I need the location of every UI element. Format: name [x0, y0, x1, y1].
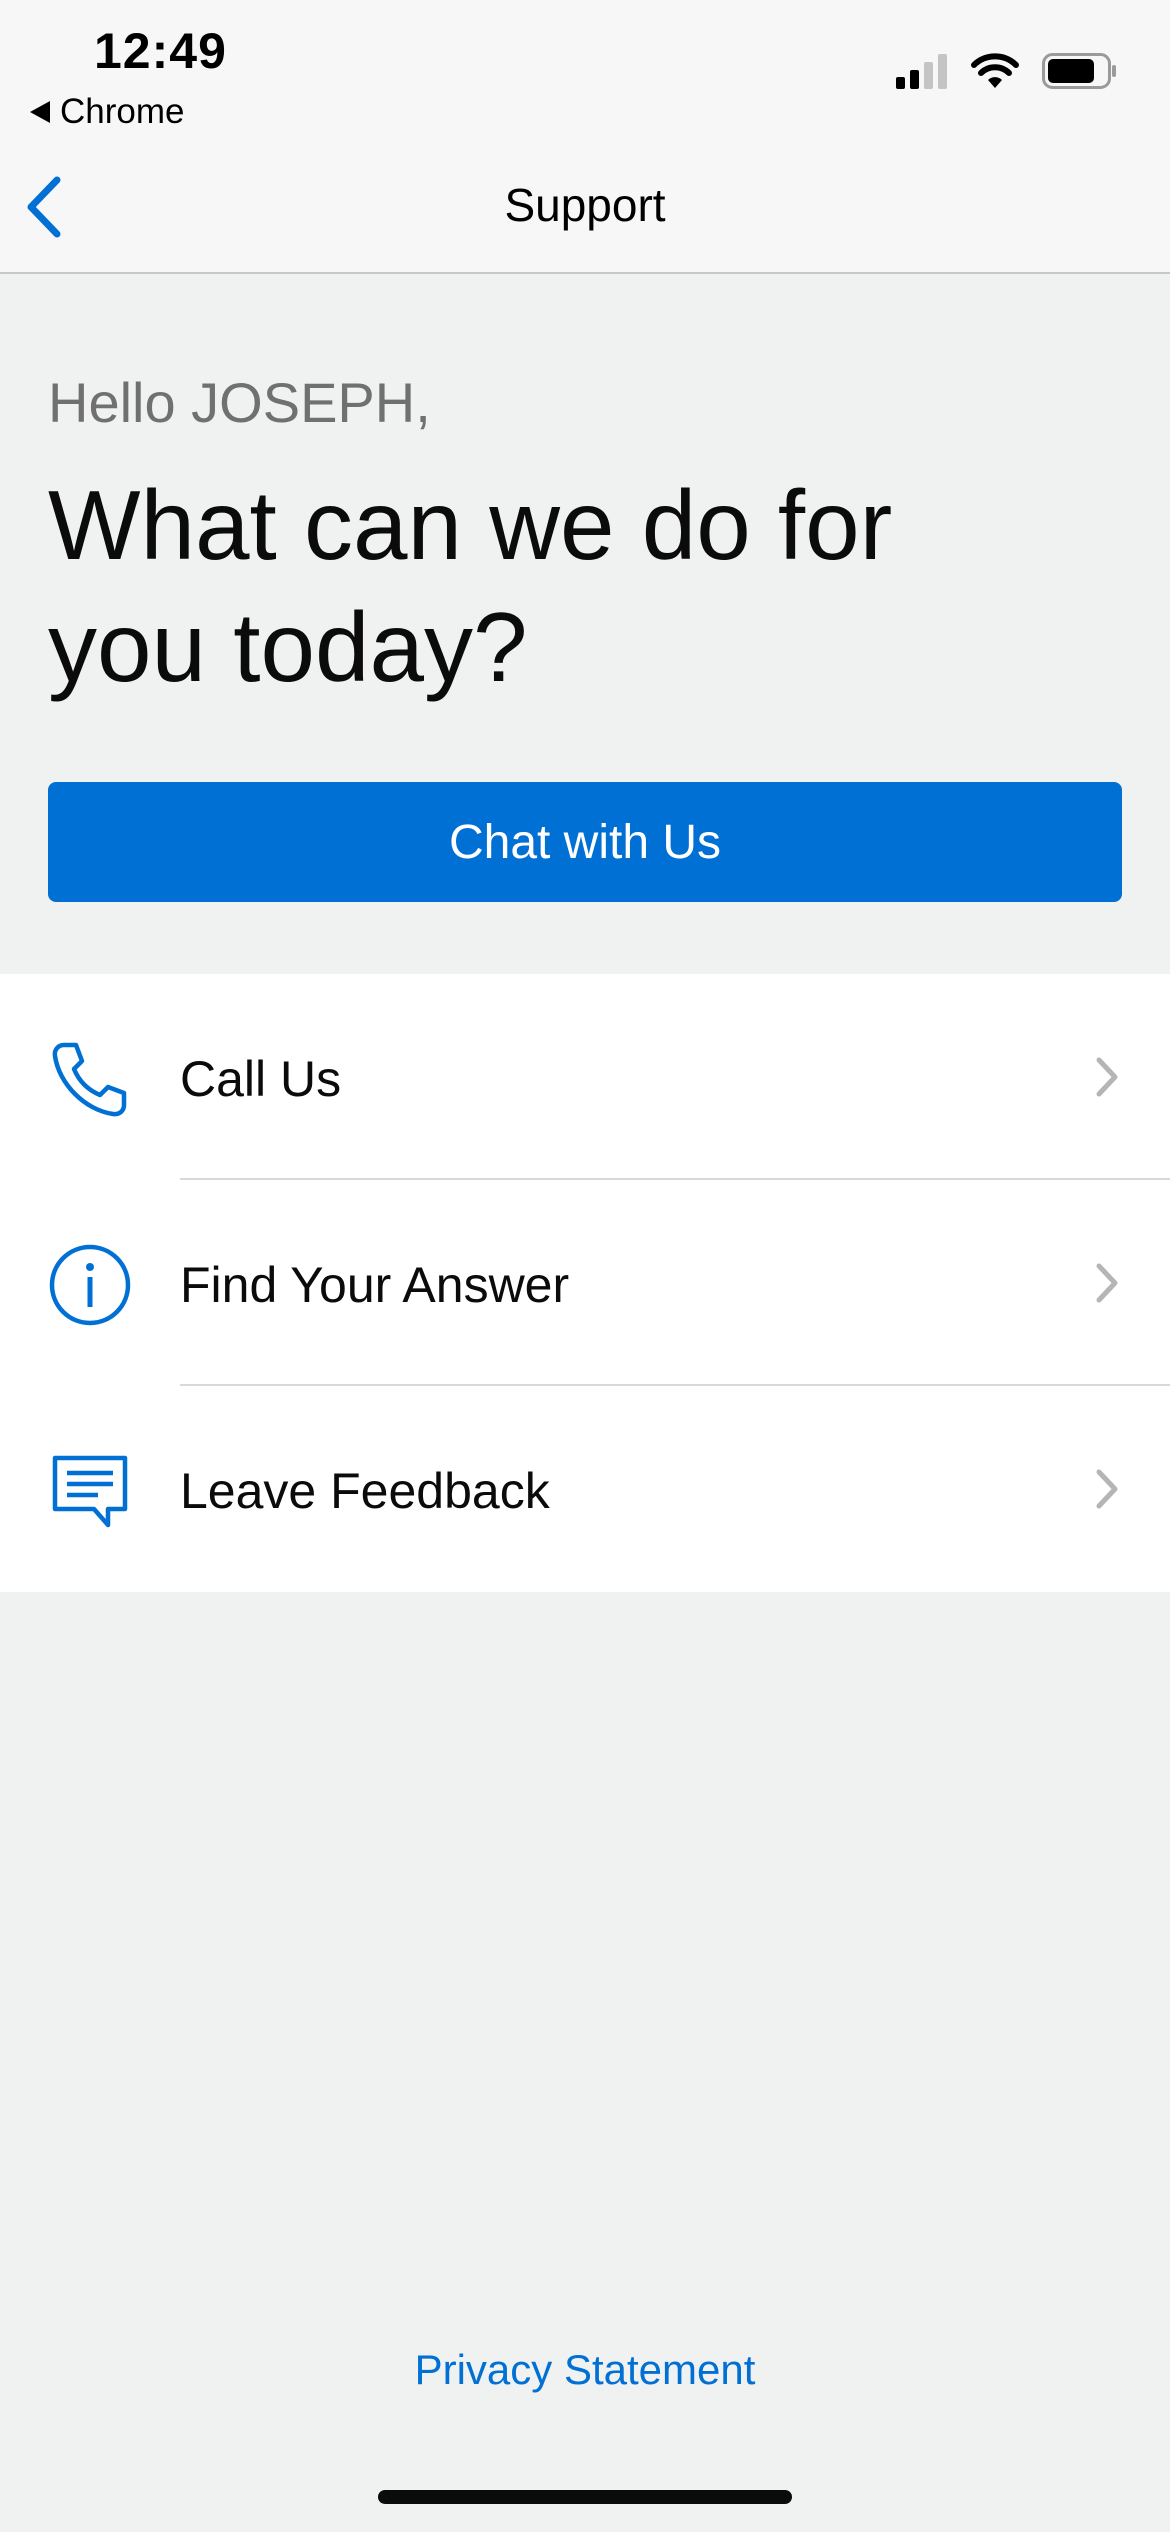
headline: What can we do for you today? — [48, 470, 893, 702]
home-indicator[interactable] — [378, 2490, 792, 2504]
list-item-label: Call Us — [180, 1051, 342, 1107]
battery-icon — [1042, 53, 1116, 89]
chevron-right-icon — [1096, 1469, 1118, 1509]
feedback-icon — [48, 1449, 132, 1533]
list-item-call-us[interactable]: Call Us — [0, 974, 1170, 1180]
cellular-signal-icon — [896, 54, 947, 89]
status-time: 12:49 — [94, 23, 227, 79]
support-options-list: Call Us Find Your Answer Leave Feedback — [0, 974, 1170, 1592]
back-triangle-icon — [30, 101, 50, 123]
list-item-leave-feedback[interactable]: Leave Feedback — [0, 1386, 1170, 1592]
status-icons — [894, 52, 1118, 90]
back-to-app-link[interactable]: Chrome — [30, 92, 184, 132]
chevron-right-icon — [1096, 1057, 1118, 1097]
phone-icon — [48, 1037, 132, 1121]
page-title: Support — [504, 179, 666, 231]
chevron-right-icon — [1096, 1263, 1118, 1303]
chat-with-us-button[interactable]: Chat with Us — [48, 782, 1122, 902]
info-icon — [48, 1243, 132, 1327]
privacy-statement-link[interactable]: Privacy Statement — [0, 2346, 1170, 2394]
greeting-text: Hello JOSEPH, — [48, 371, 431, 434]
list-item-label: Find Your Answer — [180, 1257, 570, 1313]
wifi-icon — [971, 53, 1019, 88]
back-to-app-label: Chrome — [60, 92, 185, 131]
list-item-find-your-answer[interactable]: Find Your Answer — [0, 1180, 1170, 1386]
list-item-label: Leave Feedback — [180, 1463, 550, 1519]
support-screen: 12:49 Chrome Support Hello JOSEPH, What … — [0, 0, 1170, 2532]
top-bar: 12:49 Chrome Support — [0, 0, 1170, 274]
